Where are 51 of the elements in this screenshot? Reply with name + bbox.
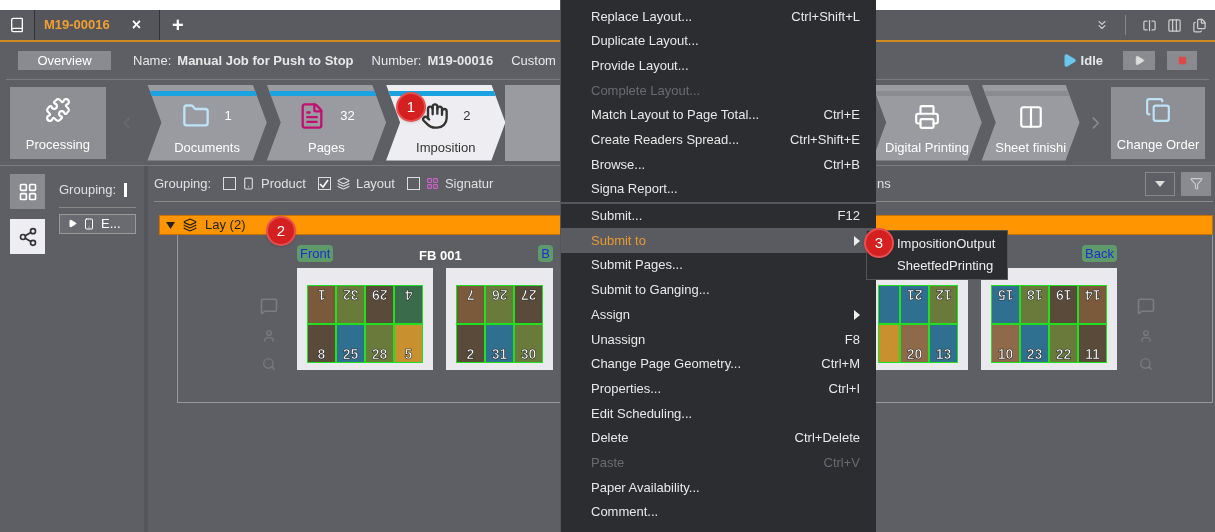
page-number: 5 — [404, 347, 413, 361]
page-number: 12 — [935, 288, 952, 302]
page-number: 13 — [935, 347, 952, 361]
page-number: 18 — [1026, 288, 1043, 302]
step-label: Documents — [174, 139, 240, 157]
option-label: Signatur — [444, 174, 494, 193]
page-number: 23 — [1026, 347, 1043, 361]
field-value: Manual Job for Push to Stop — [177, 51, 354, 70]
page-number: 4 — [404, 288, 413, 302]
page-number: 19 — [1055, 288, 1072, 302]
page-number: 20 — [906, 347, 923, 361]
step-count: 2 — [463, 107, 471, 126]
sheet-name: FB 001 — [419, 247, 462, 265]
page-number: 29 — [371, 288, 388, 302]
page-number: 28 — [371, 347, 388, 361]
page-number: 27 — [520, 288, 537, 302]
page-number: 14 — [1084, 288, 1101, 302]
field-label: Number: — [371, 51, 422, 70]
step-count: 1 — [224, 107, 232, 126]
step-label: Imposition — [416, 139, 476, 157]
page-number: 31 — [491, 347, 508, 361]
option-label: Product — [261, 174, 306, 193]
option-label: ns — [877, 174, 891, 193]
page-number: 15 — [997, 288, 1014, 302]
page-number: 22 — [1055, 347, 1072, 361]
grouping-label: Grouping: — [59, 181, 117, 199]
field-label: Custom — [511, 51, 556, 70]
step-label: Pages — [307, 139, 345, 157]
status-text: Idle — [1080, 51, 1103, 70]
step-label: Sheet finishi — [995, 139, 1067, 157]
field-label: Name: — [133, 51, 172, 70]
step-count: 32 — [340, 107, 355, 126]
page-number: 30 — [520, 347, 537, 361]
page-number: 8 — [317, 347, 326, 361]
page-number: 21 — [906, 288, 923, 302]
page-number: 2 — [466, 347, 475, 361]
side-label: Back — [1082, 245, 1117, 262]
side-label: Front — [297, 245, 334, 262]
step-label: Digital Printing — [885, 139, 969, 157]
page-number: 1 — [317, 288, 326, 302]
field-value: M19-00016 — [427, 51, 494, 70]
option-label: Layout — [355, 174, 395, 193]
page-number: 25 — [342, 347, 359, 361]
page-number: 7 — [466, 288, 475, 302]
side-label: B — [538, 245, 553, 262]
group-title: Lay (2) — [205, 216, 246, 235]
page-number: 26 — [491, 288, 508, 302]
grouping-label: Grouping: — [154, 174, 212, 193]
page-number: 11 — [1085, 347, 1100, 361]
page-number: 10 — [997, 347, 1014, 361]
page-number: 32 — [342, 288, 359, 302]
